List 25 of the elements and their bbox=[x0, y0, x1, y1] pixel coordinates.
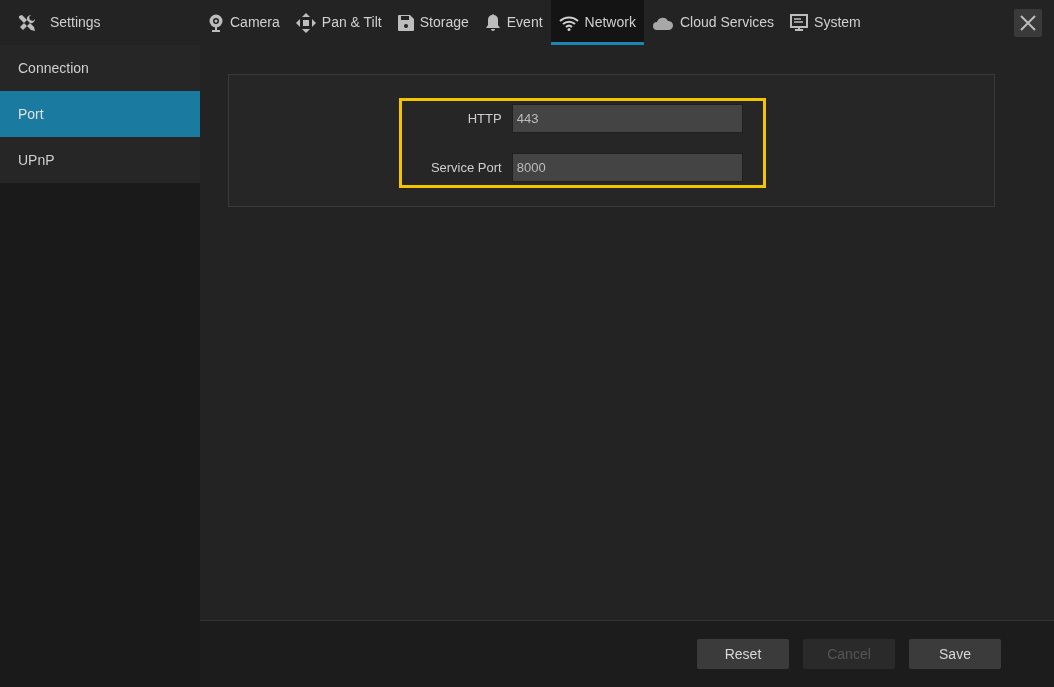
settings-tab[interactable]: Network bbox=[550, 0, 644, 45]
settings-tab[interactable]: Pan & Tilt bbox=[287, 0, 390, 45]
sidebar-item[interactable]: Port bbox=[0, 91, 200, 137]
bell-icon bbox=[484, 13, 501, 32]
webcam-icon bbox=[208, 13, 224, 32]
sidebar-item[interactable]: Connection bbox=[0, 45, 200, 91]
field-label: HTTP bbox=[466, 109, 502, 128]
close-icon bbox=[1019, 13, 1037, 32]
wifi-icon bbox=[558, 14, 579, 31]
settings-tab[interactable]: Event bbox=[476, 0, 551, 45]
input-field[interactable]: 443 bbox=[511, 104, 743, 133]
sidebar-item[interactable]: UPnP bbox=[0, 137, 200, 183]
footer-button[interactable]: Reset bbox=[697, 639, 789, 669]
footer-button[interactable]: Save bbox=[909, 639, 1001, 669]
input-field[interactable]: 8000 bbox=[511, 153, 743, 182]
settings-tab[interactable]: Camera bbox=[200, 0, 288, 45]
settings-tab[interactable]: Storage bbox=[389, 0, 477, 45]
field-label: Service Port bbox=[429, 158, 502, 177]
cloud-icon bbox=[651, 15, 674, 30]
settings-tab[interactable]: System bbox=[782, 0, 869, 45]
monitor-icon bbox=[790, 13, 809, 32]
settings-tab[interactable]: Cloud Services bbox=[643, 0, 783, 45]
close-button[interactable] bbox=[1014, 8, 1042, 37]
settings-title: Settings bbox=[50, 13, 101, 32]
direction-arrows-icon bbox=[295, 12, 316, 33]
